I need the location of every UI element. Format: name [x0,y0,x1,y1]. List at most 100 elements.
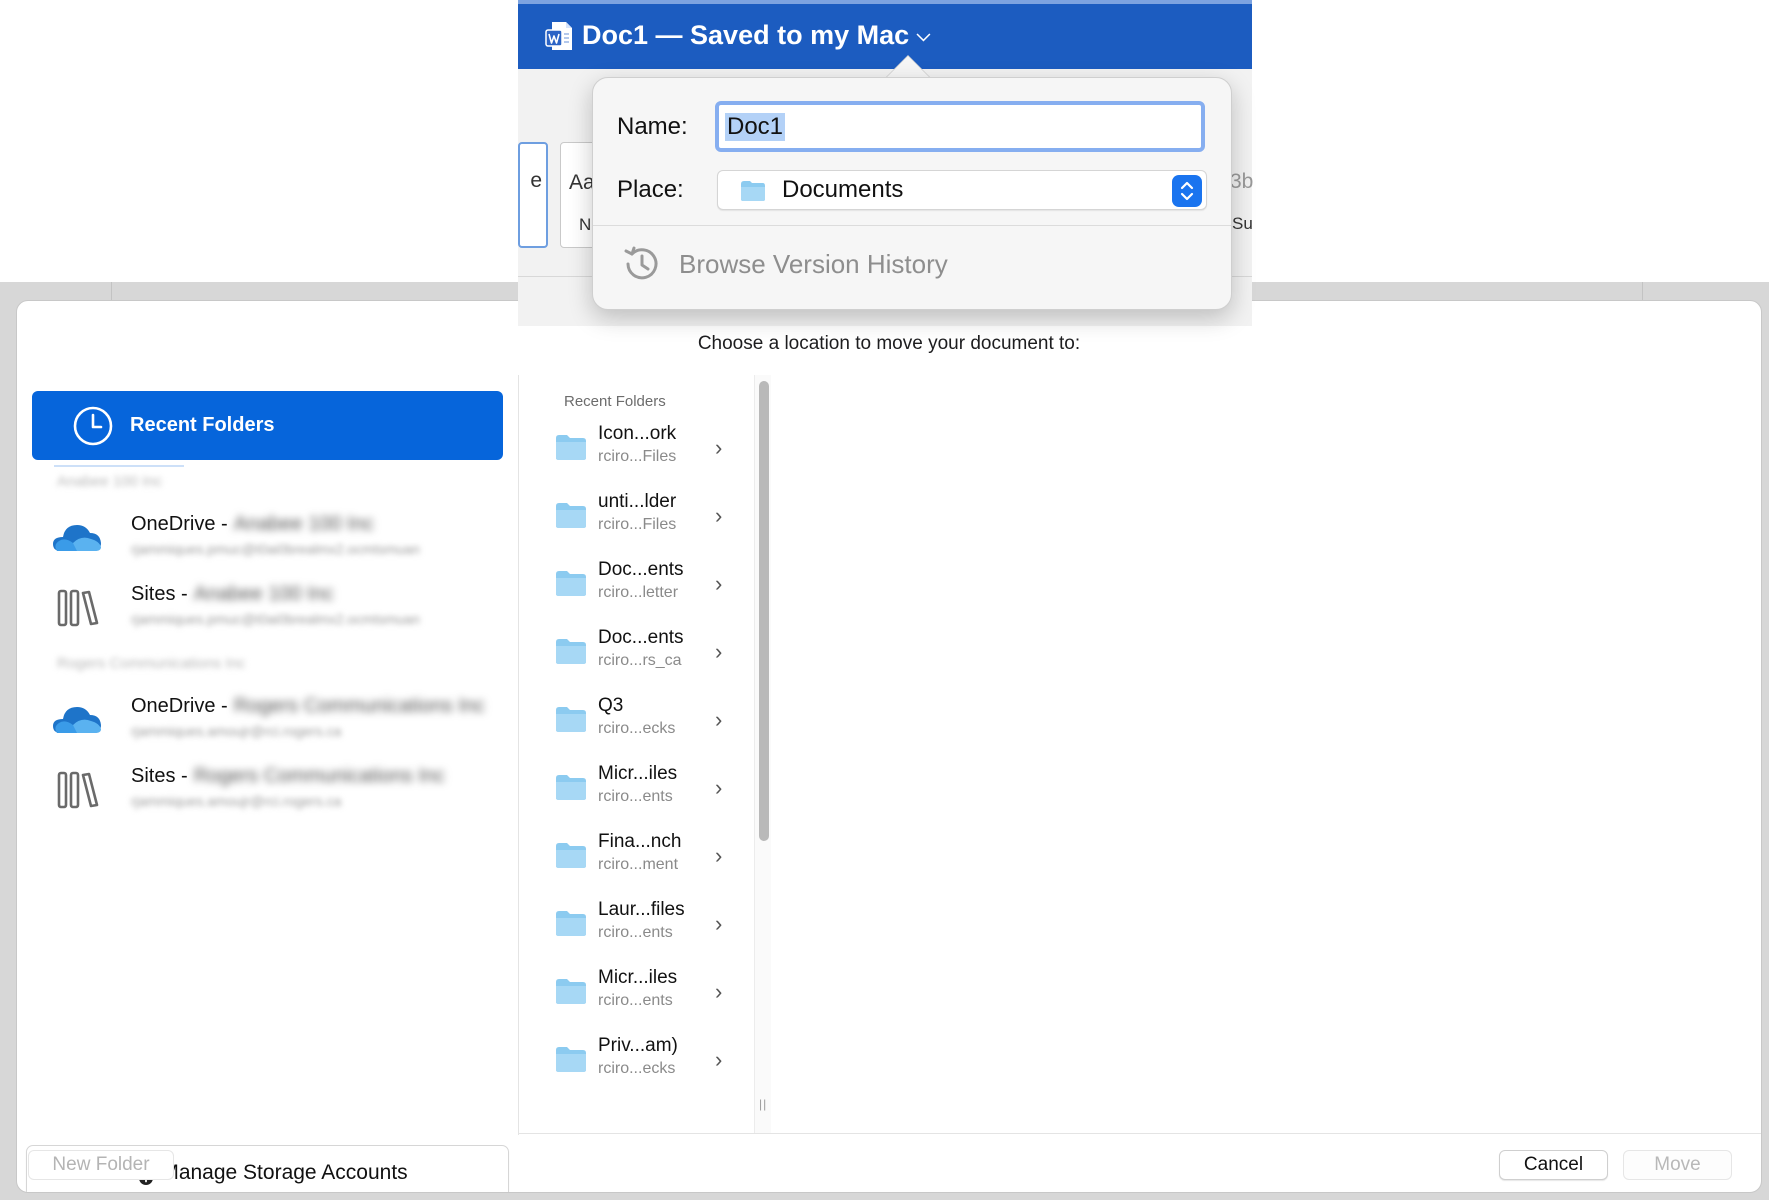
folder-path: rciro...ecks [598,720,676,737]
folder-path: rciro...ment [598,856,679,873]
folder-icon [556,843,586,868]
focus-indicator [54,465,184,467]
folder-name: Micr...iles [598,967,678,988]
screen: Choose a location to move your document … [0,0,1769,1200]
chevron-right-icon: › [715,1047,723,1072]
sites-library-icon [57,589,99,627]
sidebar-item-onedrive-2[interactable]: OneDrive - Rogers Communications Inc rjam… [37,687,507,749]
move-dialog: Choose a location to move your document … [16,300,1762,1193]
onedrive-cloud-icon [53,525,101,551]
folder-name: Doc...ents [598,559,684,580]
chevron-right-icon: › [715,775,723,800]
history-icon [624,246,658,280]
sites-library-icon [57,771,99,809]
folder-list-item[interactable]: Priv...am) rciro...ecks › [555,1029,725,1091]
chevron-right-icon: › [715,979,723,1004]
account-title: Sites - Anabee 100 Inc [131,583,334,605]
folder-list-item[interactable]: Micr...iles rciro...ents › [555,757,725,819]
folder-icon [556,979,586,1004]
account-email: rjammiques.pmuc@t0ai0brealmx2.ocmtsmuan [131,611,420,627]
folder-list-item[interactable]: Micr...iles rciro...ents › [555,961,725,1023]
folder-icon [556,775,586,800]
stepper-chevrons-icon[interactable] [1172,175,1202,207]
account-email: rjammiques.amoujr@rci.rogers.ca [131,723,342,739]
folder-icon [556,639,586,664]
folder-list-item[interactable]: unti...lder rciro...Files › [555,485,725,547]
folder-icon [556,571,586,596]
style-gallery-item[interactable]: e [518,142,548,248]
background-seam [1642,282,1643,302]
folder-list-item[interactable]: Doc...ents rciro...rs_ca › [555,621,725,683]
popover-divider [593,225,1231,226]
footer-divider [519,1133,1761,1134]
account-title: OneDrive - Anabee 100 Inc [131,513,374,535]
sidebar-item-onedrive-1[interactable]: OneDrive - Anabee 100 Inc rjammiques.pmuc… [37,505,507,567]
chevron-right-icon: › [715,503,723,528]
word-title-bar[interactable]: Doc1 — Saved to my Mac ⌵ [518,0,1252,69]
clock-icon [73,406,113,445]
folder-name: Icon...ork [598,423,677,444]
folder-path: rciro...ecks [598,1060,676,1077]
save-popover: Name: Doc1 Place: Documents Browse Versi… [592,77,1232,310]
recent-folders-column: Recent Folders Icon...ork rciro...Files … [519,375,771,1133]
folder-icon [556,911,586,936]
folder-list-item[interactable]: Fina...nch rciro...ment › [555,825,725,887]
place-value: Documents [782,176,904,203]
sidebar-item-recent-folders[interactable]: Recent Folders [32,391,503,460]
document-name-field[interactable]: Doc1 [715,101,1205,152]
column-resize-handle[interactable]: || [759,1097,767,1111]
folder-name: Laur...files [598,899,685,920]
sidebar-item-sites-1[interactable]: Sites - Anabee 100 Inc rjammiques.pmuc@t0… [37,575,507,637]
folder-list-item[interactable]: Q3 rciro...ecks › [555,689,725,751]
folder-path: rciro...ents [598,924,673,941]
folder-name: Priv...am) [598,1035,678,1056]
folder-name: unti...lder [598,491,677,512]
folder-list-item[interactable]: Icon...ork rciro...Files › [555,417,725,479]
chevron-right-icon: › [715,639,723,664]
sidebar-item-label: Recent Folders [130,414,275,436]
folder-name: Fina...nch [598,831,682,852]
account-group-label: Rogers Communications Inc [57,655,246,672]
account-email: rjammiques.pmuc@t0ai0brealmx2.ocmtsmuan [131,541,420,557]
account-group-label: Anabee 100 Inc [57,473,163,490]
account-email: rjammiques.amoujr@rci.rogers.ca [131,793,342,809]
folder-path: rciro...rs_ca [598,652,682,669]
chevron-right-icon: › [715,571,723,596]
chevron-right-icon: › [715,707,723,732]
storage-sidebar: Recent Folders Anabee 100 Inc OneDrive -… [17,375,519,1192]
word-doc-icon [545,22,572,50]
place-label: Place: [617,176,684,203]
folder-icon [556,435,586,460]
chevron-right-icon: › [715,911,723,936]
folder-path: rciro...letter [598,584,679,601]
folder-list-header: Recent Folders [564,393,666,410]
document-title[interactable]: Doc1 — Saved to my Mac ⌵ [582,20,930,51]
folder-list-item[interactable]: Doc...ents rciro...letter › [555,553,725,615]
chevron-right-icon: › [715,435,723,460]
account-title: OneDrive - Rogers Communications Inc [131,695,485,717]
browse-version-history-button[interactable]: Browse Version History [621,242,948,286]
folder-path: rciro...ents [598,788,673,805]
folder-path: rciro...Files [598,448,677,465]
folder-icon [556,707,586,732]
scrollbar-thumb[interactable] [759,381,769,841]
folder-list-item[interactable]: Laur...files rciro...ents › [555,893,725,955]
background-seam [111,282,112,302]
folder-name: Micr...iles [598,763,678,784]
folder-name: Doc...ents [598,627,684,648]
folder-path: rciro...Files [598,516,677,533]
new-folder-button[interactable]: New Folder [28,1150,174,1180]
chevron-right-icon: › [715,843,723,868]
sidebar-item-sites-2[interactable]: Sites - Rogers Communications Inc rjammiq… [37,757,507,819]
version-history-label: Browse Version History [679,248,948,279]
folder-icon [556,503,586,528]
folder-list-scrollbar[interactable]: || [754,375,771,1133]
cancel-button[interactable]: Cancel [1499,1150,1608,1180]
folder-name: Q3 [598,695,624,716]
move-button[interactable]: Move [1623,1150,1732,1180]
chevron-down-icon[interactable]: ⌵ [917,25,931,45]
place-select[interactable]: Documents [717,170,1207,210]
onedrive-cloud-icon [53,707,101,733]
folder-path: rciro...ents [598,992,673,1009]
popover-arrow [886,56,930,78]
